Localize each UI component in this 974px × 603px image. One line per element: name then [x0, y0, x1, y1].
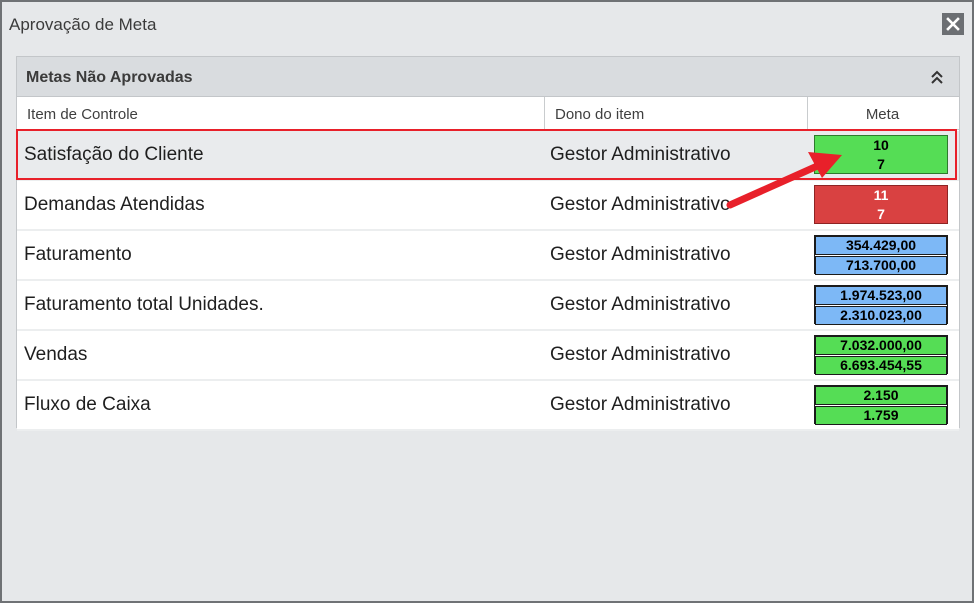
meta-status-badge[interactable]: 1.974.523,00 2.310.023,00 — [814, 285, 948, 325]
meta-value-top: 10 — [873, 137, 889, 153]
meta-value-top: 2.150 — [815, 386, 947, 405]
column-header-meta-label: Meta — [865, 106, 900, 123]
table-row[interactable]: Faturamento Gestor Administrativo 354.429,… — [17, 231, 959, 281]
cell-dono-do-item: Gestor Administrativo — [550, 294, 731, 315]
meta-status-badge[interactable]: 11 7 — [814, 185, 948, 224]
column-header-owner[interactable]: Dono do item — [545, 97, 808, 130]
column-header-item-label: Item de Controle — [27, 106, 138, 123]
meta-value-top: 11 — [873, 187, 889, 203]
cell-dono-do-item: Gestor Administrativo — [550, 394, 731, 415]
table-row[interactable]: Fluxo de Caixa Gestor Administrativo 2.150… — [17, 381, 959, 431]
meta-status-badge[interactable]: 10 7 — [814, 135, 948, 174]
meta-value-bottom: 7 — [877, 155, 885, 172]
cell-dono-do-item: Gestor Administrativo — [550, 244, 731, 265]
meta-value-top: 7.032.000,00 — [815, 336, 947, 355]
cell-item-de-controle: Satisfação do Cliente — [24, 144, 204, 165]
double-chevron-up-icon[interactable] — [927, 68, 947, 88]
column-header-item[interactable]: Item de Controle — [17, 97, 545, 130]
meta-value-bottom: 6.693.454,55 — [815, 356, 947, 375]
column-header-owner-label: Dono do item — [555, 106, 645, 123]
table-row[interactable]: Demandas Atendidas Gestor Administrativo 1… — [17, 181, 959, 231]
meta-status-badge[interactable]: 7.032.000,00 6.693.454,55 — [814, 335, 948, 375]
panel-title: Metas Não Aprovadas — [26, 69, 193, 86]
meta-value-top: 354.429,00 — [815, 236, 947, 255]
panel-header[interactable]: Metas Não Aprovadas — [17, 57, 959, 97]
cell-dono-do-item: Gestor Administrativo — [550, 194, 731, 215]
table-row[interactable]: Satisfação do Cliente Gestor Administrati… — [17, 131, 959, 181]
window-title: Aprovação de Meta — [9, 15, 157, 34]
cell-dono-do-item: Gestor Administrativo — [550, 144, 731, 165]
table-row[interactable]: Faturamento total Unidades. Gestor Admini… — [17, 281, 959, 331]
goals-panel: Metas Não Aprovadas Item de Controle Don… — [16, 56, 960, 431]
meta-value-top: 1.974.523,00 — [815, 286, 947, 305]
meta-value-bottom: 2.310.023,00 — [815, 306, 947, 325]
cell-item-de-controle: Demandas Atendidas — [24, 194, 205, 215]
dialog-window: Aprovação de Meta Metas Não Aprovadas It… — [0, 0, 974, 603]
cell-item-de-controle: Faturamento — [24, 244, 132, 265]
meta-value-bottom: 7 — [877, 205, 885, 222]
meta-status-badge[interactable]: 2.150 1.759 — [814, 385, 948, 425]
cell-item-de-controle: Faturamento total Unidades. — [24, 294, 264, 315]
close-button[interactable] — [942, 13, 964, 35]
table-row[interactable]: Vendas Gestor Administrativo 7.032.000,00 6… — [17, 331, 959, 381]
title-bar: Aprovação de Meta — [2, 2, 972, 46]
cell-item-de-controle: Vendas — [24, 344, 88, 365]
meta-value-bottom: 713.700,00 — [815, 256, 947, 275]
meta-value-bottom: 1.759 — [815, 406, 947, 425]
close-icon — [946, 17, 960, 31]
cell-item-de-controle: Fluxo de Caixa — [24, 394, 151, 415]
meta-status-badge[interactable]: 354.429,00 713.700,00 — [814, 235, 948, 275]
column-header-meta[interactable]: Meta — [808, 97, 959, 130]
cell-dono-do-item: Gestor Administrativo — [550, 344, 731, 365]
